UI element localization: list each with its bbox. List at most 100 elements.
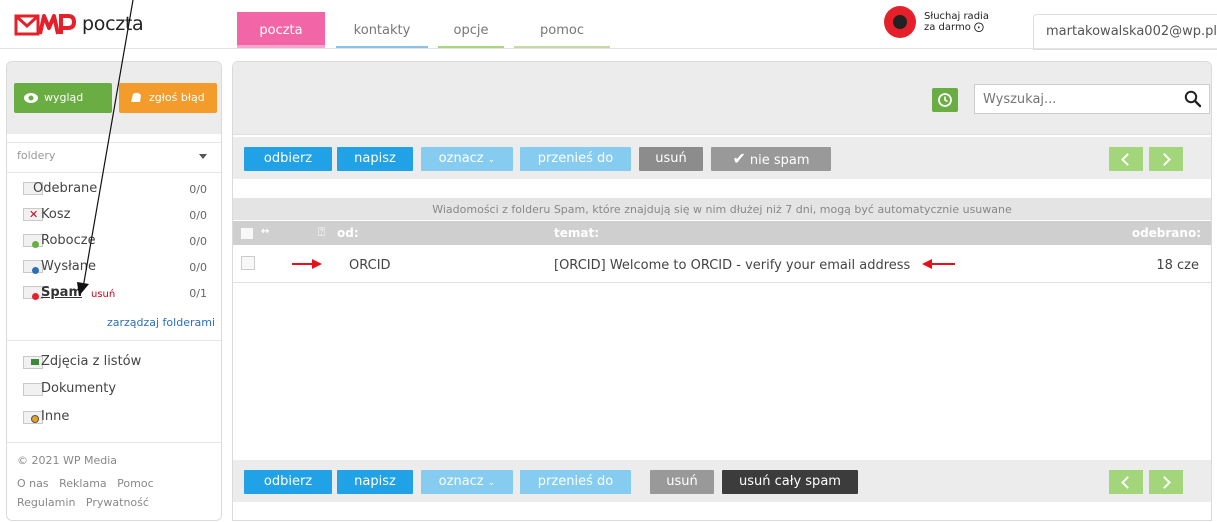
eye-icon bbox=[24, 93, 38, 103]
history-button[interactable] bbox=[932, 88, 958, 112]
manage-folders-link[interactable]: zarządzaj folderami bbox=[107, 316, 215, 329]
logo-text: poczta bbox=[82, 13, 144, 35]
chevron-down-icon bbox=[199, 154, 207, 159]
receive-button-bottom[interactable]: odbierz bbox=[244, 470, 332, 494]
look-button[interactable]: wygląd bbox=[14, 83, 112, 113]
next-page-button[interactable] bbox=[1149, 147, 1183, 171]
folder-count: 0/0 bbox=[189, 261, 207, 274]
attachment-icon: ⍰ bbox=[318, 225, 326, 239]
report-bug-button[interactable]: zgłoś błąd bbox=[119, 83, 217, 113]
message-date: 18 cze bbox=[1156, 258, 1199, 273]
radio-icon bbox=[884, 6, 916, 38]
folder-name: Dokumenty bbox=[41, 381, 117, 396]
message-subject[interactable]: [ORCID] Welcome to ORCID - verify your e… bbox=[554, 258, 910, 273]
radio-line-2-text: za darmo bbox=[924, 22, 971, 33]
message-from[interactable]: ORCID bbox=[349, 258, 391, 273]
folder-drafts[interactable]: Robocze 0/0 bbox=[7, 228, 221, 254]
tab-opcje[interactable]: opcje bbox=[438, 12, 504, 48]
footer-link-privacy[interactable]: Prywatność bbox=[86, 496, 149, 509]
sent-badge-icon bbox=[32, 267, 39, 274]
history-icon bbox=[938, 93, 952, 107]
wp-logo[interactable]: poczta bbox=[14, 4, 144, 44]
delete-button[interactable]: usuń bbox=[639, 147, 703, 171]
other-badge-icon bbox=[31, 415, 39, 423]
search-icon[interactable] bbox=[1184, 90, 1202, 108]
folder-count: 0/0 bbox=[189, 209, 207, 222]
move-to-dropdown-bottom[interactable]: przenieś do bbox=[520, 470, 631, 494]
folder-count: 0/0 bbox=[189, 183, 207, 196]
select-all-checkbox[interactable] bbox=[241, 228, 253, 239]
compose-button-bottom[interactable]: napisz bbox=[337, 470, 413, 494]
folder-count: 0/1 bbox=[189, 287, 207, 300]
folder-spam[interactable]: Spam usuń 0/1 bbox=[7, 280, 221, 306]
toolbar-bottom: odbierz napisz oznacz ⌄ przenieś do usuń… bbox=[233, 460, 1211, 502]
folders-label: foldery bbox=[17, 149, 56, 162]
spam-notice: Wiadomości z folderu Spam, które znajduj… bbox=[233, 198, 1211, 220]
footer-link-help[interactable]: Pomoc bbox=[117, 477, 153, 490]
bug-icon bbox=[131, 92, 141, 102]
look-button-label: wygląd bbox=[44, 91, 84, 104]
divider bbox=[7, 340, 221, 341]
footer-links: O nas Reklama Pomoc Regulamin Prywatność bbox=[17, 474, 217, 512]
folder-count: 0/0 bbox=[189, 235, 207, 248]
receive-button[interactable]: odbierz bbox=[244, 147, 332, 171]
radio-line-2: za darmo ⨀ bbox=[924, 22, 989, 33]
message-checkbox[interactable] bbox=[241, 256, 255, 270]
delete-button-bottom[interactable]: usuń bbox=[650, 470, 714, 494]
checkmark-icon: ✔ bbox=[732, 149, 746, 168]
user-account[interactable]: martakowalska002@wp.pl bbox=[1033, 14, 1217, 50]
mark-dropdown-bottom[interactable]: oznacz ⌄ bbox=[421, 470, 513, 494]
search-input[interactable] bbox=[974, 84, 1210, 114]
tab-kontakty[interactable]: kontakty bbox=[336, 12, 428, 48]
empty-spam-link[interactable]: usuń bbox=[91, 289, 115, 300]
mark-dropdown[interactable]: oznacz ⌄ bbox=[421, 147, 513, 171]
folder-name: Kosz bbox=[41, 207, 71, 222]
copyright: © 2021 WP Media bbox=[17, 454, 118, 467]
delete-all-spam-button[interactable]: usuń cały spam bbox=[722, 470, 858, 494]
search-bar bbox=[233, 62, 1211, 135]
report-bug-label: zgłoś błąd bbox=[149, 91, 205, 104]
folder-name: Inne bbox=[41, 409, 70, 424]
mark-label: oznacz bbox=[438, 151, 484, 166]
next-page-button-bottom[interactable] bbox=[1149, 470, 1183, 494]
tab-pomoc[interactable]: pomoc bbox=[514, 12, 610, 48]
radio-promo[interactable]: Słuchaj radia za darmo ⨀ bbox=[884, 6, 989, 38]
drafts-badge-icon bbox=[32, 241, 39, 248]
tab-poczta[interactable]: poczta bbox=[237, 12, 325, 48]
message-list-header: ↔ ⍰ od: temat: odebrano: bbox=[233, 221, 1211, 245]
chevron-down-icon: ⌄ bbox=[487, 155, 496, 165]
divider bbox=[7, 442, 221, 443]
x-badge-icon: ✕ bbox=[29, 208, 39, 221]
folder-trash[interactable]: ✕ Kosz 0/0 bbox=[7, 202, 221, 228]
column-subject[interactable]: temat: bbox=[554, 226, 599, 240]
column-from[interactable]: od: bbox=[337, 226, 359, 240]
expand-arrows-icon[interactable]: ↔ bbox=[261, 226, 269, 237]
spam-folder-label: Spam bbox=[41, 285, 82, 300]
folder-name: Robocze bbox=[41, 233, 96, 248]
divider bbox=[7, 172, 221, 173]
prev-page-button[interactable] bbox=[1109, 147, 1143, 171]
footer-link-ads[interactable]: Reklama bbox=[59, 477, 107, 490]
footer-link-about[interactable]: O nas bbox=[17, 477, 49, 490]
prev-page-button-bottom[interactable] bbox=[1109, 470, 1143, 494]
folder-sent[interactable]: Wysłane 0/0 bbox=[7, 254, 221, 280]
column-received[interactable]: odebrano: bbox=[1132, 226, 1201, 240]
folder-name: Spam bbox=[41, 285, 82, 300]
sidebar: wygląd zgłoś błąd foldery Odebrane 0/0 ✕… bbox=[6, 61, 222, 521]
compose-button[interactable]: napisz bbox=[337, 147, 413, 171]
radio-line-1: Słuchaj radia bbox=[924, 11, 989, 22]
photo-badge-icon bbox=[31, 359, 39, 365]
not-spam-label: nie spam bbox=[749, 153, 810, 168]
folder-name: Odebrane bbox=[33, 181, 98, 196]
move-to-dropdown[interactable]: przenieś do bbox=[520, 147, 631, 171]
folders-dropdown[interactable]: foldery bbox=[7, 142, 221, 167]
folder-name: Zdjęcia z listów bbox=[41, 354, 142, 369]
mark-label: oznacz bbox=[438, 474, 484, 489]
footer-link-terms[interactable]: Regulamin bbox=[17, 496, 75, 509]
radio-label: Słuchaj radia za darmo ⨀ bbox=[924, 11, 989, 33]
not-spam-button[interactable]: ✔ nie spam bbox=[711, 147, 831, 171]
toolbar-top: odbierz napisz oznacz ⌄ przenieś do usuń… bbox=[233, 137, 1211, 179]
documents-folder-icon bbox=[23, 383, 43, 396]
folder-inbox[interactable]: Odebrane 0/0 bbox=[7, 176, 221, 202]
message-row[interactable]: ORCID [ORCID] Welcome to ORCID - verify … bbox=[233, 248, 1211, 283]
